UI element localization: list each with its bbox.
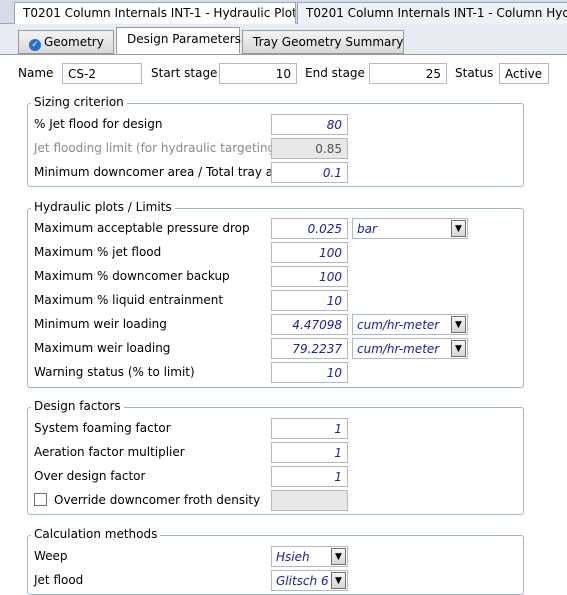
weep-method-value: Hsieh [276, 550, 310, 564]
override-froth-density-label: Override downcomer froth density [54, 493, 261, 507]
max-pressure-drop-field[interactable]: 0.025 [271, 218, 348, 239]
max-liquid-entrainment-label: Maximum % liquid entrainment [34, 293, 224, 307]
doc-tab-column-hydraulic[interactable]: T0201 Column Internals INT-1 - Column Hy… [297, 2, 567, 24]
min-downcomer-area-label: Minimum downcomer area / Total tray area [34, 165, 293, 179]
pressure-unit-value: bar [357, 222, 377, 236]
min-weir-loading-field[interactable]: 4.47098 [271, 314, 348, 335]
aeration-factor-field[interactable]: 1 [271, 442, 348, 463]
chevron-down-icon[interactable]: ▼ [451, 340, 466, 357]
calculation-methods-title: Calculation methods [31, 527, 161, 541]
foaming-factor-label: System foaming factor [34, 421, 171, 435]
start-stage-label: Start stage [151, 66, 218, 80]
min-downcomer-area-field[interactable]: 0.1 [271, 162, 348, 183]
jet-flooding-limit-field: 0.85 [271, 138, 348, 159]
tab-label: Geometry [44, 35, 104, 49]
froth-density-field [271, 490, 348, 511]
chevron-down-icon[interactable]: ▼ [451, 220, 466, 237]
tab-tray-geometry-summary[interactable]: Tray Geometry Summary [242, 30, 404, 54]
status-label: Status [455, 66, 494, 80]
foaming-factor-field[interactable]: 1 [271, 418, 348, 439]
min-weir-unit-value: cum/hr-meter [357, 318, 440, 332]
hydraulic-limits-title: Hydraulic plots / Limits [31, 200, 175, 214]
max-downcomer-backup-field[interactable]: 100 [271, 266, 348, 287]
name-field[interactable]: CS-2 [62, 63, 142, 84]
max-weir-loading-label: Maximum weir loading [34, 341, 171, 355]
max-weir-loading-field[interactable]: 79.2237 [271, 338, 348, 359]
max-liquid-entrainment-field[interactable]: 10 [271, 290, 348, 311]
min-weir-loading-label: Minimum weir loading [34, 317, 167, 331]
max-downcomer-backup-label: Maximum % downcomer backup [34, 269, 230, 283]
document-tab-strip: T0201 Column Internals INT-1 - Hydraulic… [0, 0, 567, 24]
end-stage-field[interactable]: 25 [369, 63, 447, 84]
min-weir-unit-select[interactable]: cum/hr-meter ▼ [352, 314, 468, 335]
aeration-factor-label: Aeration factor multiplier [34, 445, 185, 459]
weep-label: Weep [34, 549, 68, 563]
pressure-unit-select[interactable]: bar ▼ [352, 218, 468, 239]
status-field: Active [499, 63, 549, 84]
doc-tab-label: T0201 Column Internals INT-1 - Column Hy… [306, 6, 567, 20]
weep-method-select[interactable]: Hsieh ▼ [271, 546, 348, 567]
tab-geometry[interactable]: ✓ Geometry [18, 30, 114, 54]
tab-label: Design Parameters [127, 32, 241, 46]
sub-tab-strip: ✓ Geometry Design Parameters Tray Geometr… [0, 24, 567, 54]
chevron-down-icon[interactable]: ▼ [331, 572, 346, 589]
warning-status-label: Warning status (% to limit) [34, 365, 195, 379]
max-pressure-drop-label: Maximum acceptable pressure drop [34, 221, 250, 235]
doc-tab-label: T0201 Column Internals INT-1 - Hydraulic… [23, 6, 296, 20]
start-stage-field[interactable]: 10 [219, 63, 297, 84]
chevron-down-icon[interactable]: ▼ [451, 316, 466, 333]
sizing-criterion-title: Sizing criterion [31, 95, 127, 109]
tab-label: Tray Geometry Summary [253, 35, 404, 49]
max-weir-unit-value: cum/hr-meter [357, 342, 440, 356]
end-stage-label: End stage [305, 66, 365, 80]
overdesign-factor-label: Over design factor [34, 469, 146, 483]
max-weir-unit-select[interactable]: cum/hr-meter ▼ [352, 338, 468, 359]
override-froth-density-checkbox[interactable] [34, 493, 47, 506]
name-label: Name [18, 66, 54, 80]
jet-flood-design-field[interactable]: 80 [271, 114, 348, 135]
jet-flood-method-select[interactable]: Glitsch 6 ▼ [271, 570, 348, 591]
doc-tab-hydraulic-plots[interactable]: T0201 Column Internals INT-1 - Hydraulic… [14, 2, 296, 24]
jet-flood-method-value: Glitsch 6 [276, 574, 329, 588]
max-jet-flood-label: Maximum % jet flood [34, 245, 162, 259]
chevron-down-icon[interactable]: ▼ [331, 548, 346, 565]
jet-flood-design-label: % Jet flood for design [34, 117, 163, 131]
jet-flooding-limit-label: Jet flooding limit (for hydraulic target… [34, 141, 280, 155]
tab-design-parameters[interactable]: Design Parameters [116, 27, 241, 54]
max-jet-flood-field[interactable]: 100 [271, 242, 348, 263]
overdesign-factor-field[interactable]: 1 [271, 466, 348, 487]
design-factors-title: Design factors [31, 399, 124, 413]
check-circle-icon: ✓ [29, 39, 41, 51]
warning-status-field[interactable]: 10 [271, 362, 348, 383]
jet-flood-method-label: Jet flood [34, 573, 84, 587]
